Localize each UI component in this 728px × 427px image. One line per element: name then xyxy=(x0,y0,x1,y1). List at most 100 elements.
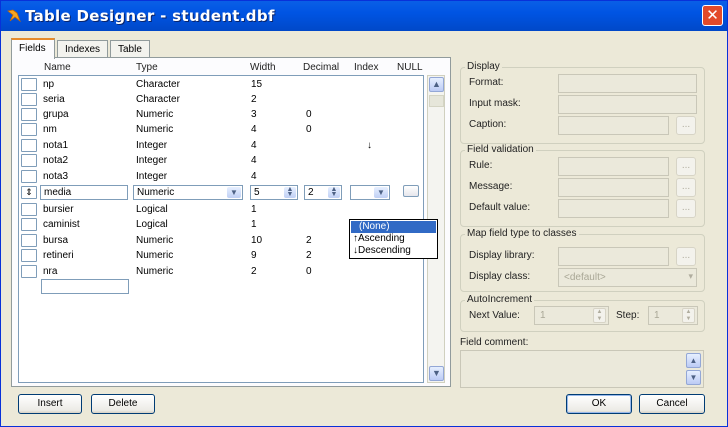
fields-grid[interactable]: np Character 15 seria Character 2 grupa … xyxy=(18,75,438,383)
field-type-value: Numeric xyxy=(137,187,175,198)
tab-table[interactable]: Table xyxy=(110,40,150,58)
table-row[interactable]: nota1 Integer 4 ↓ xyxy=(19,138,423,153)
row-selector[interactable] xyxy=(21,249,37,262)
row-selector[interactable] xyxy=(21,123,37,136)
caption-builder-button[interactable]: ... xyxy=(676,116,696,135)
insert-button[interactable]: Insert xyxy=(18,394,82,414)
table-row[interactable]: nm Numeric 4 0 xyxy=(19,122,423,137)
scroll-up-icon[interactable]: ▲ xyxy=(429,77,444,92)
tab-indexes[interactable]: Indexes xyxy=(57,40,108,58)
next-value-stepper[interactable]: 1 ▲ ▼ xyxy=(534,306,609,325)
caption-label: Caption: xyxy=(469,119,507,130)
field-type: Numeric xyxy=(136,109,174,120)
index-option-descending[interactable]: ↓Descending xyxy=(351,245,436,257)
null-toggle-button[interactable] xyxy=(403,185,419,197)
spinner-arrows-icon[interactable]: ▲ ▼ xyxy=(682,308,695,323)
row-selector[interactable] xyxy=(21,203,37,216)
scroll-up-icon[interactable]: ▲ xyxy=(686,353,701,368)
row-selector[interactable] xyxy=(21,234,37,247)
scroll-down-icon[interactable]: ▼ xyxy=(686,370,701,385)
column-header-width: Width xyxy=(250,62,276,73)
field-width: 2 xyxy=(251,94,257,105)
step-stepper[interactable]: 1 ▲ ▼ xyxy=(648,306,698,325)
field-width: 1 xyxy=(251,219,257,230)
rule-input[interactable] xyxy=(558,157,669,176)
index-dropdown-list[interactable]: (None) ↑Ascending ↓Descending xyxy=(349,219,438,259)
row-selector[interactable] xyxy=(21,139,37,152)
cancel-button[interactable]: Cancel xyxy=(639,394,705,414)
field-type: Integer xyxy=(136,171,168,182)
row-selector[interactable] xyxy=(21,108,37,121)
scroll-thumb[interactable] xyxy=(429,95,444,107)
index-select[interactable]: ▼ xyxy=(350,185,390,200)
field-name: nra xyxy=(43,266,58,277)
row-selector[interactable] xyxy=(21,265,37,278)
tab-fields[interactable]: Fields xyxy=(11,38,55,59)
chevron-down-icon[interactable]: ▾ xyxy=(688,271,693,282)
index-option-none[interactable]: (None) xyxy=(351,221,436,233)
delete-button[interactable]: Delete xyxy=(91,394,155,414)
field-validation-group-label: Field validation xyxy=(465,144,536,155)
table-row[interactable]: np Character 15 xyxy=(19,77,423,92)
field-decimal-stepper[interactable]: 2 ▲ ▼ xyxy=(304,185,342,200)
field-type: Numeric xyxy=(136,235,174,246)
field-type: Numeric xyxy=(136,250,174,261)
new-field-name-input[interactable] xyxy=(41,279,129,294)
display-library-input[interactable] xyxy=(558,247,669,266)
field-width-stepper[interactable]: 5 ▲ ▼ xyxy=(250,185,298,200)
table-row[interactable]: grupa Numeric 3 0 xyxy=(19,107,423,122)
scroll-down-icon[interactable]: ▼ xyxy=(429,366,444,381)
row-selector[interactable] xyxy=(21,170,37,183)
table-row[interactable]: seria Character 2 xyxy=(19,92,423,107)
ok-button[interactable]: OK xyxy=(566,394,632,414)
row-mover-icon[interactable]: ⇕ xyxy=(21,186,37,199)
spinner-arrows-icon[interactable]: ▲ ▼ xyxy=(593,308,606,323)
input-mask-input[interactable] xyxy=(558,95,697,114)
default-value-label: Default value: xyxy=(469,202,531,213)
field-name: retineri xyxy=(43,250,74,261)
field-type-select[interactable]: Numeric ▼ xyxy=(133,185,243,200)
index-option-ascending[interactable]: ↑Ascending xyxy=(351,233,436,245)
table-designer-window: Table Designer - student.dbf ✕ Fields In… xyxy=(0,0,728,427)
chevron-down-icon[interactable]: ▼ xyxy=(374,187,388,198)
class-map-group-label: Map field type to classes xyxy=(465,228,579,239)
table-row[interactable]: bursier Logical 1 xyxy=(19,202,423,217)
row-selector[interactable] xyxy=(21,93,37,106)
title-bar[interactable]: Table Designer - student.dbf ✕ xyxy=(1,1,727,31)
display-library-builder-button[interactable]: ... xyxy=(676,247,696,266)
table-row[interactable]: nra Numeric 2 0 xyxy=(19,264,423,279)
field-decimal: 0 xyxy=(306,124,312,135)
field-width: 4 xyxy=(251,124,257,135)
spinner-arrows-icon[interactable]: ▲ ▼ xyxy=(284,186,296,198)
row-selector[interactable] xyxy=(21,218,37,231)
field-comment-textarea[interactable]: ▲ ▼ xyxy=(460,350,704,388)
display-class-select[interactable]: <default> ▾ xyxy=(558,268,697,287)
field-name-input[interactable]: media xyxy=(40,185,128,200)
window-title: Table Designer - student.dbf xyxy=(25,7,275,25)
row-selector[interactable] xyxy=(21,78,37,91)
index-option-label: (None) xyxy=(359,221,390,232)
default-value-input[interactable] xyxy=(558,199,669,218)
message-input[interactable] xyxy=(558,178,669,197)
close-button[interactable]: ✕ xyxy=(702,5,723,26)
default-value-builder-button[interactable]: ... xyxy=(676,199,696,218)
caption-input[interactable] xyxy=(558,116,669,135)
field-width: 9 xyxy=(251,250,257,261)
spinner-arrows-icon[interactable]: ▲ ▼ xyxy=(328,186,340,198)
foxpro-app-icon xyxy=(7,9,21,23)
table-row-selected[interactable]: ⇕ media Numeric ▼ 5 ▲ ▼ 2 ▲ ▼ ▼ xyxy=(19,184,423,201)
table-row[interactable]: nota3 Integer 4 xyxy=(19,169,423,184)
row-selector[interactable] xyxy=(21,154,37,167)
field-name: caminist xyxy=(43,219,80,230)
field-decimal: 0 xyxy=(306,109,312,120)
chevron-down-icon[interactable]: ▼ xyxy=(227,187,241,198)
display-library-label: Display library: xyxy=(469,250,535,261)
format-input[interactable] xyxy=(558,74,697,93)
autoincrement-group-label: AutoIncrement xyxy=(465,294,535,305)
field-decimal: 2 xyxy=(306,250,312,261)
rule-label: Rule: xyxy=(469,160,493,171)
message-builder-button[interactable]: ... xyxy=(676,178,696,197)
field-width: 4 xyxy=(251,171,257,182)
rule-builder-button[interactable]: ... xyxy=(676,157,696,176)
table-row[interactable]: nota2 Integer 4 xyxy=(19,153,423,168)
